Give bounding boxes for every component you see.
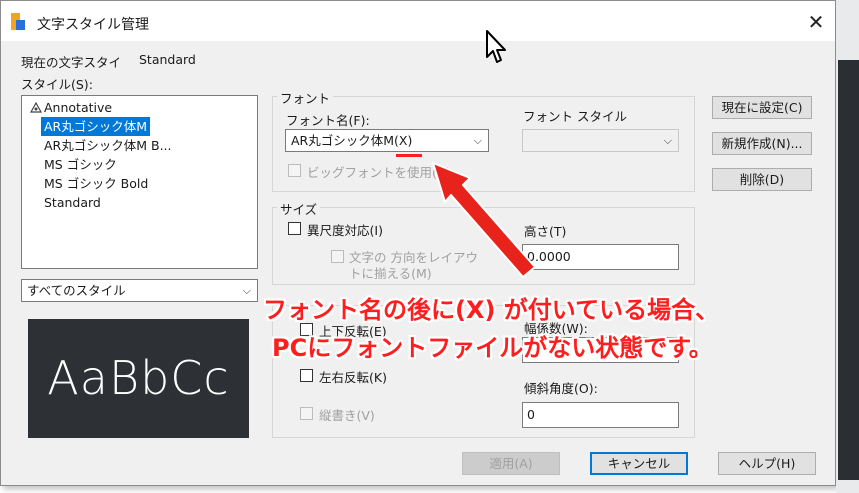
bigfont-checkbox[interactable]: [288, 164, 301, 177]
style-preview: AaBbCc: [28, 319, 249, 438]
cancel-button[interactable]: キャンセル: [590, 452, 688, 475]
annotation-text-line2: PCにフォントファイルがない状態です。: [272, 334, 713, 362]
font-style-label: フォント スタイル: [523, 109, 627, 124]
background-window-edge: [836, 0, 859, 493]
backwards-checkbox[interactable]: [300, 369, 313, 382]
list-item[interactable]: MS ゴシック Bold: [22, 174, 257, 193]
current-style-value: Standard: [139, 52, 196, 67]
style-list[interactable]: Annotative AR丸ゴシック体M AR丸ゴシック体M B... MS ゴ…: [21, 95, 258, 269]
oblique-angle-input[interactable]: 0: [522, 402, 679, 428]
styles-label: スタイル(S):: [21, 77, 93, 92]
height-input[interactable]: 0.0000: [522, 244, 679, 270]
vertical-label: 縦書き(V): [319, 408, 375, 423]
help-button[interactable]: ヘルプ(H): [718, 452, 816, 475]
preview-text: AaBbCc: [47, 351, 230, 405]
annotative-label: 異尺度対応(I): [307, 223, 383, 238]
match-orientation-checkbox[interactable]: [331, 250, 344, 263]
style-filter-select[interactable]: すべてのスタイル ⌵: [21, 279, 258, 302]
oblique-angle-label: 傾斜角度(O):: [524, 381, 598, 396]
font-name-select[interactable]: AR丸ゴシック体M(X) ⌵: [285, 129, 489, 152]
font-style-select[interactable]: ⌵: [522, 129, 679, 152]
chevron-down-icon: ⌵: [473, 134, 482, 147]
list-item-label: MS ゴシック: [44, 157, 117, 172]
delete-style-button[interactable]: 削除(D): [712, 168, 812, 191]
style-filter-value: すべてのスタイル: [27, 283, 126, 298]
apply-button[interactable]: 適用(A): [462, 452, 560, 475]
size-group-title: サイズ: [277, 199, 321, 218]
app-icon: [11, 13, 25, 30]
backwards-label: 左右反転(K): [319, 370, 387, 385]
annotative-icon: [30, 102, 42, 113]
new-style-button[interactable]: 新規作成(N)...: [712, 132, 812, 155]
list-item-label: MS ゴシック Bold: [44, 176, 149, 191]
current-style-label: 現在の文字スタイ: [21, 55, 122, 70]
list-item-label: Standard: [44, 195, 101, 210]
list-item[interactable]: AR丸ゴシック体M B...: [22, 136, 257, 155]
list-item-label: Annotative: [44, 100, 113, 115]
list-item[interactable]: Standard: [22, 193, 257, 212]
vertical-checkbox[interactable]: [300, 407, 313, 420]
chevron-down-icon: ⌵: [242, 284, 251, 297]
window-title: 文字スタイル管理: [37, 17, 149, 33]
set-current-button[interactable]: 現在に設定(C): [712, 96, 812, 119]
annotation-text-line1: フォント名の後に(X) が付いている場合、: [263, 296, 720, 324]
chevron-down-icon: ⌵: [663, 134, 672, 147]
list-item-label: AR丸ゴシック体M: [41, 117, 151, 136]
list-item-label: AR丸ゴシック体M B...: [44, 138, 172, 153]
font-name-value: AR丸ゴシック体M(X): [291, 133, 413, 148]
list-item[interactable]: Annotative: [22, 98, 257, 117]
mouse-cursor-icon: [486, 30, 506, 63]
list-item[interactable]: AR丸ゴシック体M: [22, 117, 257, 136]
title-bar: 文字スタイル管理 ✕: [1, 1, 835, 63]
close-icon[interactable]: ✕: [805, 11, 827, 33]
annotative-checkbox[interactable]: [288, 222, 301, 235]
font-group-title: フォント: [277, 88, 334, 107]
annotation-arrow-icon: [432, 162, 535, 278]
font-name-label: フォント名(F):: [286, 113, 370, 128]
list-item[interactable]: MS ゴシック: [22, 155, 257, 174]
